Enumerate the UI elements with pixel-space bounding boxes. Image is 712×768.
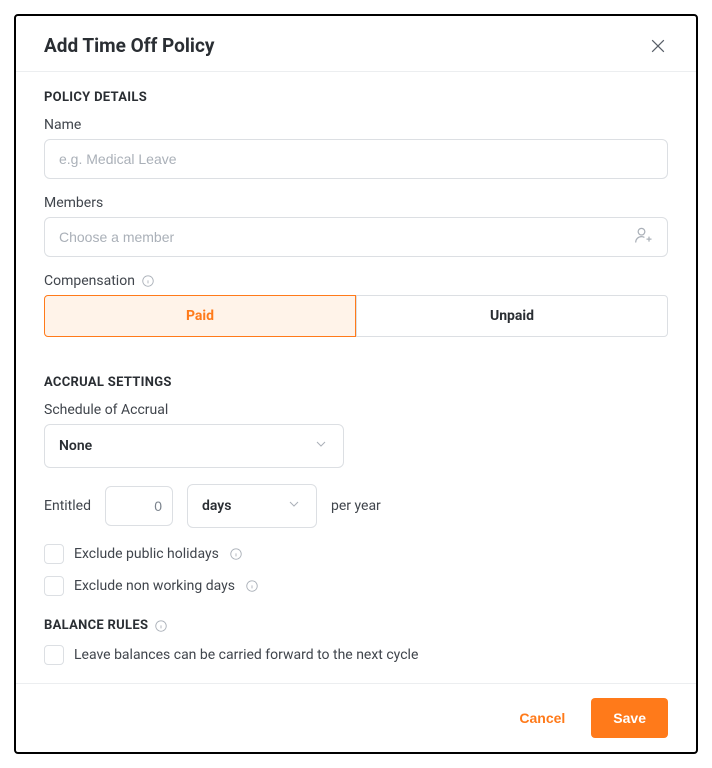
close-button[interactable] bbox=[648, 36, 668, 56]
per-year-label: per year bbox=[331, 498, 381, 514]
info-icon bbox=[245, 579, 259, 593]
modal-body: POLICY DETAILS Name Members Compensation… bbox=[16, 72, 696, 683]
carry-forward-row: Leave balances can be carried forward to… bbox=[44, 645, 668, 665]
schedule-select[interactable]: None bbox=[44, 424, 344, 468]
exclude-nonworking-checkbox[interactable] bbox=[44, 576, 64, 596]
members-field: Members bbox=[44, 195, 668, 257]
chevron-down-icon bbox=[286, 496, 302, 516]
unit-select[interactable]: days bbox=[187, 484, 317, 528]
modal-header: Add Time Off Policy bbox=[16, 16, 696, 72]
accrual-settings-title: ACCRUAL SETTINGS bbox=[44, 375, 668, 390]
exclude-nonworking-row: Exclude non working days bbox=[44, 576, 668, 596]
modal-title: Add Time Off Policy bbox=[44, 34, 214, 57]
exclude-holidays-row: Exclude public holidays bbox=[44, 544, 668, 564]
schedule-value: None bbox=[59, 438, 92, 454]
name-input[interactable] bbox=[44, 139, 668, 179]
add-member-icon[interactable] bbox=[634, 225, 654, 249]
carry-forward-label: Leave balances can be carried forward to… bbox=[74, 647, 418, 663]
compensation-label-text: Compensation bbox=[44, 273, 135, 289]
compensation-unpaid-option[interactable]: Unpaid bbox=[356, 295, 668, 337]
chevron-down-icon bbox=[313, 436, 329, 456]
info-icon bbox=[154, 619, 168, 633]
schedule-field: Schedule of Accrual None bbox=[44, 402, 668, 468]
info-icon bbox=[141, 274, 155, 288]
exclude-nonworking-label: Exclude non working days bbox=[74, 578, 235, 594]
info-icon bbox=[229, 547, 243, 561]
exclude-holidays-label: Exclude public holidays bbox=[74, 546, 219, 562]
compensation-field: Compensation Paid Unpaid bbox=[44, 273, 668, 337]
policy-details-title: POLICY DETAILS bbox=[44, 90, 668, 105]
close-icon bbox=[648, 36, 668, 56]
entitled-field: Entitled days per year bbox=[44, 484, 668, 528]
compensation-label: Compensation bbox=[44, 273, 668, 289]
members-label: Members bbox=[44, 195, 668, 211]
unit-value: days bbox=[202, 498, 231, 514]
cancel-button[interactable]: Cancel bbox=[501, 700, 583, 736]
compensation-toggle: Paid Unpaid bbox=[44, 295, 668, 337]
carry-forward-checkbox[interactable] bbox=[44, 645, 64, 665]
entitled-input[interactable] bbox=[105, 486, 173, 526]
exclude-holidays-checkbox[interactable] bbox=[44, 544, 64, 564]
save-button[interactable]: Save bbox=[591, 698, 668, 738]
members-select[interactable] bbox=[44, 217, 668, 257]
balance-rules-title: BALANCE RULES bbox=[44, 618, 668, 633]
add-time-off-modal: Add Time Off Policy POLICY DETAILS Name … bbox=[14, 14, 698, 754]
members-input[interactable] bbox=[44, 217, 668, 257]
name-label: Name bbox=[44, 117, 668, 133]
name-field: Name bbox=[44, 117, 668, 179]
entitled-label: Entitled bbox=[44, 498, 91, 514]
balance-rules-title-text: BALANCE RULES bbox=[44, 618, 148, 633]
compensation-paid-option[interactable]: Paid bbox=[44, 295, 356, 337]
schedule-label: Schedule of Accrual bbox=[44, 402, 668, 418]
modal-footer: Cancel Save bbox=[16, 683, 696, 752]
